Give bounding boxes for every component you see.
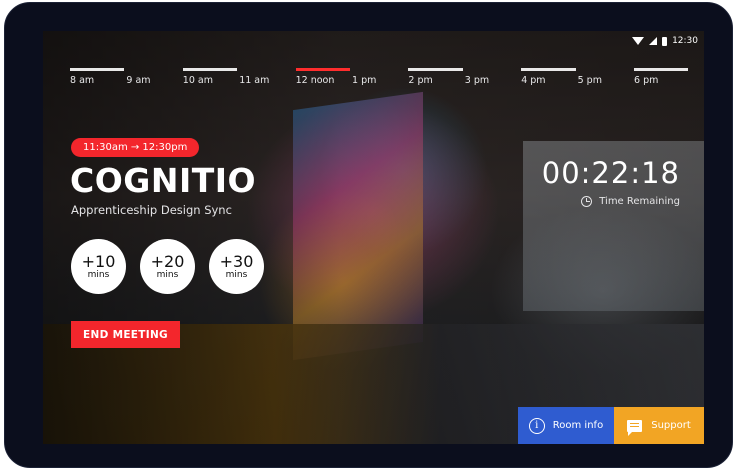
extend-value: +10 — [81, 251, 116, 271]
timeline-hour-label: 3 pm — [464, 75, 490, 86]
timeline-segment — [239, 68, 293, 71]
timeline-hour-label: 9 am — [126, 75, 151, 86]
timeline-hour-label: 5 pm — [577, 75, 602, 86]
timeline-hour-label: 1 pm — [352, 75, 377, 86]
room-info-button[interactable]: i Room info — [518, 407, 614, 444]
extend-value: +30 — [219, 251, 254, 271]
status-bar: 12:30 — [632, 34, 698, 48]
room-info-label: Room info — [552, 420, 604, 431]
timeline-segment — [408, 68, 463, 71]
extend-unit: mins — [87, 269, 110, 280]
timeline-segment — [634, 68, 689, 71]
clock-icon — [581, 196, 593, 207]
extend-unit: mins — [156, 269, 179, 280]
timeline-segment — [295, 68, 350, 71]
meeting-time-pill: 11:30am → 12:30pm — [71, 138, 200, 157]
timeline-hour-label: 11 am — [239, 75, 270, 86]
battery-icon — [662, 36, 668, 46]
day-timeline: 8 am 9 am 10 am 11 am 12 noon 1 pm 2 pm 3 pm 4 p… — [70, 68, 690, 92]
room-display-screen: 12:30 8 am 9 am 10 am 11 am 12 noon 1 pm 2 pm 3… — [43, 31, 704, 444]
timeline-segment — [352, 68, 406, 71]
timeline-hour-label: 10 am — [182, 75, 213, 86]
timeline-hour-label: 2 pm — [408, 75, 433, 86]
meeting-title: Apprenticeship Design Sync — [71, 203, 232, 217]
support-label: Support — [651, 420, 691, 431]
countdown-timer: 00:22:18 — [541, 156, 680, 190]
timeline-segment — [578, 68, 632, 71]
timeline-segment — [521, 68, 576, 71]
extend-meeting-group: +10 mins +20 mins +30 mins — [71, 239, 264, 294]
time-remaining-label: Time Remaining — [599, 196, 680, 207]
chat-icon — [627, 419, 643, 436]
room-name: COGNITIO — [70, 161, 257, 200]
time-remaining: Time Remaining — [581, 196, 680, 207]
end-meeting-button[interactable]: END MEETING — [71, 321, 180, 348]
extend-30-button[interactable]: +30 mins — [209, 239, 264, 294]
timeline-segment — [70, 68, 125, 71]
timeline-segment — [465, 68, 519, 71]
timeline-hour-label: 6 pm — [634, 75, 659, 86]
status-time: 12:30 — [672, 36, 698, 46]
timeline-segment — [126, 68, 180, 71]
support-button[interactable]: Support — [614, 407, 704, 444]
info-icon: i — [528, 417, 545, 434]
timeline-hour-label: 4 pm — [521, 75, 546, 86]
timeline-hour-label: 8 am — [70, 75, 95, 86]
extend-unit: mins — [225, 269, 248, 280]
tablet-frame: 12:30 8 am 9 am 10 am 11 am 12 noon 1 pm 2 pm 3… — [4, 2, 733, 468]
timeline-bar — [70, 68, 690, 71]
timeline-hour-label: 12 noon — [295, 75, 335, 86]
background-shade — [43, 31, 704, 444]
extend-20-button[interactable]: +20 mins — [140, 239, 195, 294]
extend-value: +20 — [150, 251, 185, 271]
signal-icon — [649, 37, 658, 45]
extend-10-button[interactable]: +10 mins — [71, 239, 126, 294]
timeline-segment — [182, 68, 238, 71]
wifi-icon — [632, 37, 645, 45]
